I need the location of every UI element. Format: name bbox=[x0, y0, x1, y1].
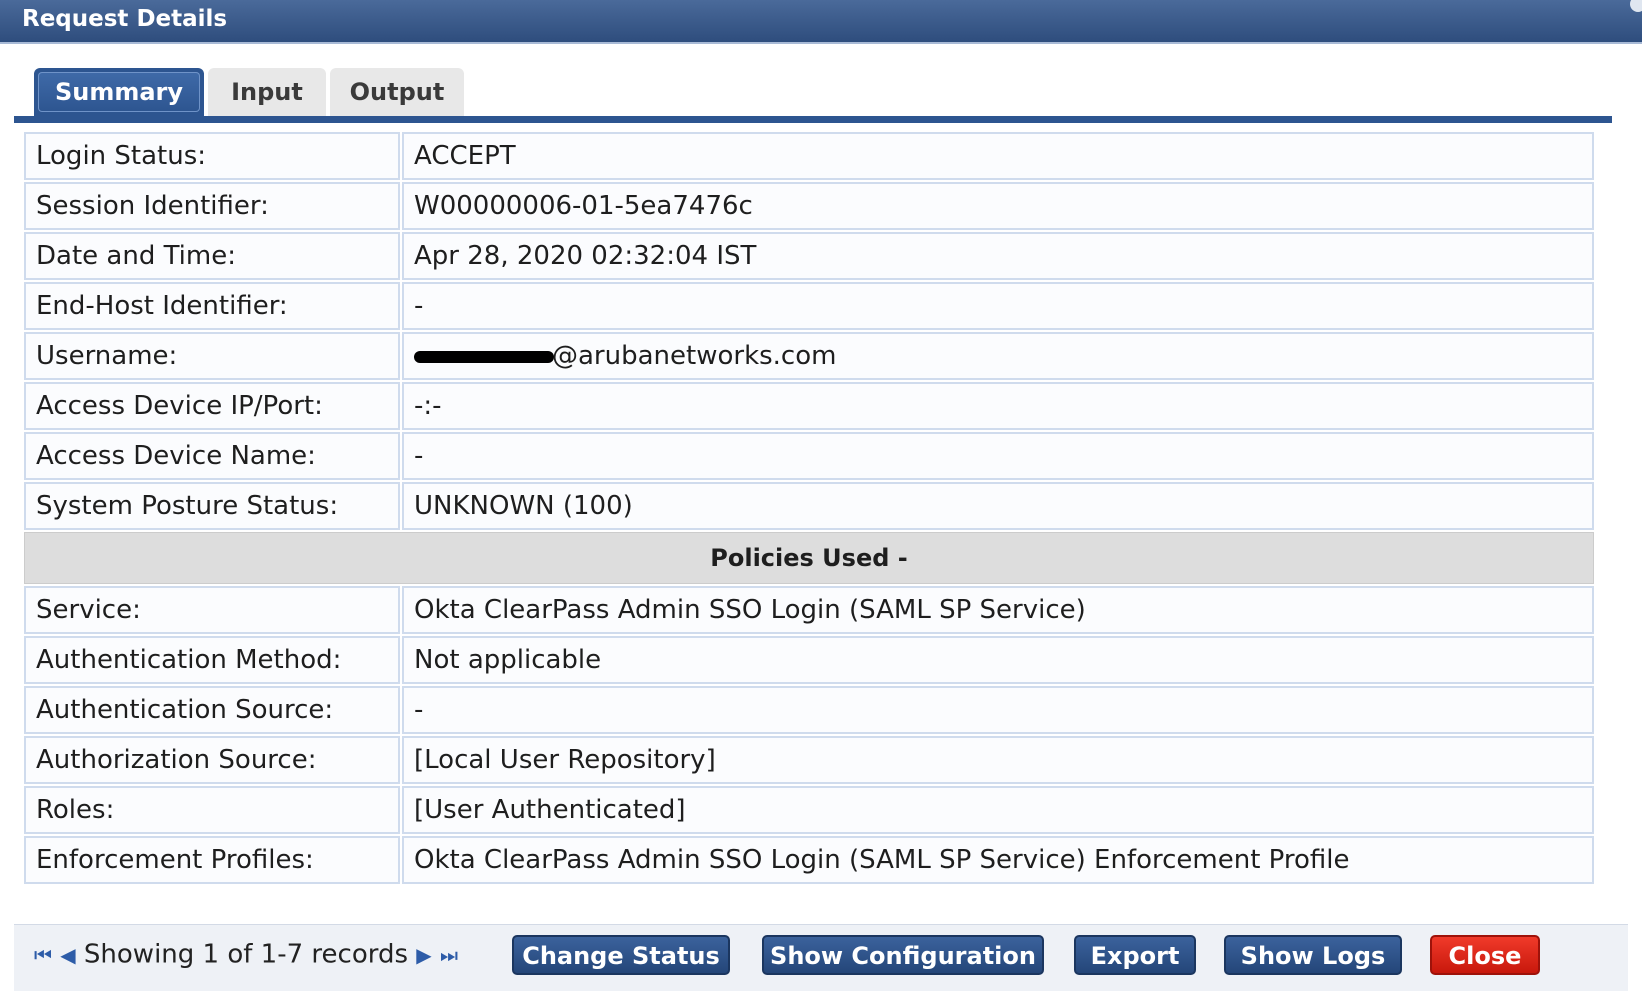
table-row: Access Device Name: - bbox=[24, 432, 1594, 480]
next-record-icon[interactable]: ▶ bbox=[416, 926, 431, 984]
redaction-mark bbox=[414, 350, 554, 363]
field-value: Apr 28, 2020 02:32:04 IST bbox=[402, 232, 1594, 280]
field-label: Access Device IP/Port: bbox=[24, 382, 400, 430]
field-label: Authentication Method: bbox=[24, 636, 400, 684]
field-value: - bbox=[402, 686, 1594, 734]
field-value: Okta ClearPass Admin SSO Login (SAML SP … bbox=[402, 836, 1594, 884]
field-value: @arubanetworks.com bbox=[402, 332, 1594, 380]
field-value: Not applicable bbox=[402, 636, 1594, 684]
table-row: End-Host Identifier: - bbox=[24, 282, 1594, 330]
tab-summary[interactable]: Summary bbox=[34, 68, 204, 116]
field-label: Login Status: bbox=[24, 132, 400, 180]
close-button[interactable]: Close bbox=[1430, 935, 1540, 975]
field-label: Service: bbox=[24, 586, 400, 634]
field-value: [User Authenticated] bbox=[402, 786, 1594, 834]
field-label: Date and Time: bbox=[24, 232, 400, 280]
table-row: Enforcement Profiles: Okta ClearPass Adm… bbox=[24, 836, 1594, 884]
show-logs-button[interactable]: Show Logs bbox=[1224, 935, 1402, 975]
table-row: Access Device IP/Port: -:- bbox=[24, 382, 1594, 430]
field-value: - bbox=[402, 432, 1594, 480]
table-row: Authentication Source: - bbox=[24, 686, 1594, 734]
field-value: -:- bbox=[402, 382, 1594, 430]
table-row: Service: Okta ClearPass Admin SSO Login … bbox=[24, 586, 1594, 634]
tab-underline bbox=[14, 116, 1612, 123]
first-record-icon[interactable]: ⏮ bbox=[34, 926, 52, 984]
field-value: W00000006-01-5ea7476c bbox=[402, 182, 1594, 230]
field-label: Authentication Source: bbox=[24, 686, 400, 734]
field-label: End-Host Identifier: bbox=[24, 282, 400, 330]
field-label: Roles: bbox=[24, 786, 400, 834]
field-label: System Posture Status: bbox=[24, 482, 400, 530]
pager-text: Showing 1 of 1-7 records bbox=[83, 939, 409, 970]
table-row: System Posture Status: UNKNOWN (100) bbox=[24, 482, 1594, 530]
change-status-button[interactable]: Change Status bbox=[512, 935, 730, 975]
field-label: Session Identifier: bbox=[24, 182, 400, 230]
table-row: Authentication Method: Not applicable bbox=[24, 636, 1594, 684]
table-row: Session Identifier: W00000006-01-5ea7476… bbox=[24, 182, 1594, 230]
field-value: UNKNOWN (100) bbox=[402, 482, 1594, 530]
record-pager: ⏮ ◀ Showing 1 of 1-7 records ▶ ⏭ bbox=[34, 925, 458, 983]
table-row: Date and Time: Apr 28, 2020 02:32:04 IST bbox=[24, 232, 1594, 280]
table-row: Login Status: ACCEPT bbox=[24, 132, 1594, 180]
tab-input[interactable]: Input bbox=[208, 68, 326, 116]
field-value: Okta ClearPass Admin SSO Login (SAML SP … bbox=[402, 586, 1594, 634]
tab-output[interactable]: Output bbox=[330, 68, 464, 116]
previous-record-icon[interactable]: ◀ bbox=[60, 926, 75, 984]
show-configuration-button[interactable]: Show Configuration bbox=[762, 935, 1044, 975]
field-value: - bbox=[402, 282, 1594, 330]
tab-summary-label: Summary bbox=[38, 72, 200, 112]
last-record-icon[interactable]: ⏭ bbox=[440, 926, 458, 984]
export-button[interactable]: Export bbox=[1074, 935, 1196, 975]
table-row: Authorization Source: [Local User Reposi… bbox=[24, 736, 1594, 784]
tab-bar: Summary Input Output bbox=[14, 68, 1612, 124]
dialog-title: Request Details bbox=[22, 6, 228, 32]
table-row: Roles: [User Authenticated] bbox=[24, 786, 1594, 834]
dialog-footer: ⏮ ◀ Showing 1 of 1-7 records ▶ ⏭ Change … bbox=[14, 924, 1628, 991]
field-label: Enforcement Profiles: bbox=[24, 836, 400, 884]
field-label: Access Device Name: bbox=[24, 432, 400, 480]
window-control-icon[interactable] bbox=[1630, 0, 1642, 12]
policies-section-header: Policies Used - bbox=[24, 532, 1594, 584]
request-details-table: Login Status: ACCEPT Session Identifier:… bbox=[22, 130, 1596, 886]
username-domain: @arubanetworks.com bbox=[552, 341, 837, 371]
field-value: [Local User Repository] bbox=[402, 736, 1594, 784]
field-value: ACCEPT bbox=[402, 132, 1594, 180]
dialog-title-bar: Request Details bbox=[0, 0, 1642, 44]
field-label: Username: bbox=[24, 332, 400, 380]
section-title: Policies Used - bbox=[24, 532, 1594, 584]
table-row: Username: @arubanetworks.com bbox=[24, 332, 1594, 380]
field-label: Authorization Source: bbox=[24, 736, 400, 784]
